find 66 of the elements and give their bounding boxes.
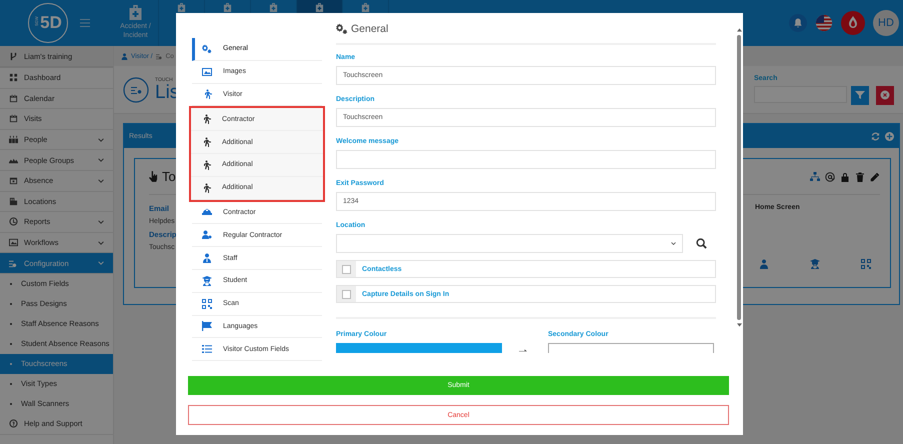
menu-item-icon (9, 114, 18, 124)
menu-item-icon (9, 196, 18, 206)
menu-item-icon (9, 238, 18, 248)
list-icon (156, 52, 163, 60)
close-icon (880, 90, 890, 100)
qr-code-icon (861, 259, 871, 269)
edit-icon[interactable] (870, 172, 880, 182)
colour-swatch[interactable] (336, 343, 502, 353)
tab-icon (202, 276, 212, 286)
person-icon (121, 52, 128, 60)
clear-button[interactable] (876, 86, 894, 104)
bell-icon[interactable] (789, 14, 807, 32)
case-icon (223, 3, 232, 12)
lock-icon[interactable] (840, 172, 850, 182)
trash-icon[interactable] (855, 172, 865, 182)
case-icon (361, 3, 370, 12)
case-icon (269, 3, 278, 12)
tab-icon (202, 66, 212, 77)
card-title: To (162, 169, 176, 184)
colour-field[interactable] (548, 343, 714, 353)
filter-icon (855, 90, 865, 100)
case-icon (315, 3, 324, 12)
walking-person-icon (201, 160, 211, 170)
swap-icon[interactable] (519, 349, 527, 353)
scroll-up-icon[interactable] (736, 28, 742, 32)
tab-icon (202, 44, 212, 54)
tab-icon (202, 230, 212, 240)
walking-person-icon (201, 114, 211, 124)
case-icon (128, 5, 143, 20)
checkbox[interactable] (342, 264, 351, 274)
list-settings-icon (123, 76, 149, 102)
walking-person-icon (201, 182, 211, 193)
tab-icon (202, 344, 212, 354)
menu-item-icon (9, 217, 18, 226)
tab-icon (202, 207, 212, 218)
refresh-icon[interactable] (871, 132, 880, 140)
section-title: General (351, 23, 388, 35)
logo-text: 5D (40, 13, 62, 33)
walking-person-icon (202, 89, 212, 100)
text-field[interactable] (336, 150, 716, 169)
sitemap-icon[interactable] (810, 172, 820, 182)
pointer-icon (149, 171, 158, 182)
menu-item-icon (9, 258, 18, 268)
menu-item-icon (9, 176, 18, 186)
add-icon[interactable] (885, 132, 894, 140)
case-icon (177, 3, 186, 12)
menu-item-icon (9, 135, 18, 144)
flag-icon[interactable] (815, 14, 833, 32)
chevron-icon (671, 242, 676, 245)
menu-item-icon (9, 419, 18, 428)
tab-icon (202, 253, 212, 264)
student-icon (810, 259, 820, 269)
tab-icon (202, 298, 212, 309)
walking-person-icon (201, 137, 211, 148)
menu-item-icon (9, 94, 18, 103)
checkbox[interactable] (342, 290, 351, 298)
at-icon[interactable] (825, 172, 835, 182)
filter-button[interactable] (851, 86, 869, 104)
gears-icon (336, 23, 348, 35)
drop-icon[interactable] (841, 11, 865, 35)
tab-icon (202, 321, 212, 332)
menu-item-icon (9, 73, 18, 82)
scroll-down-icon[interactable] (736, 323, 742, 327)
search-icon[interactable] (696, 238, 707, 249)
staff-icon (759, 259, 769, 269)
branch-icon (9, 52, 18, 60)
